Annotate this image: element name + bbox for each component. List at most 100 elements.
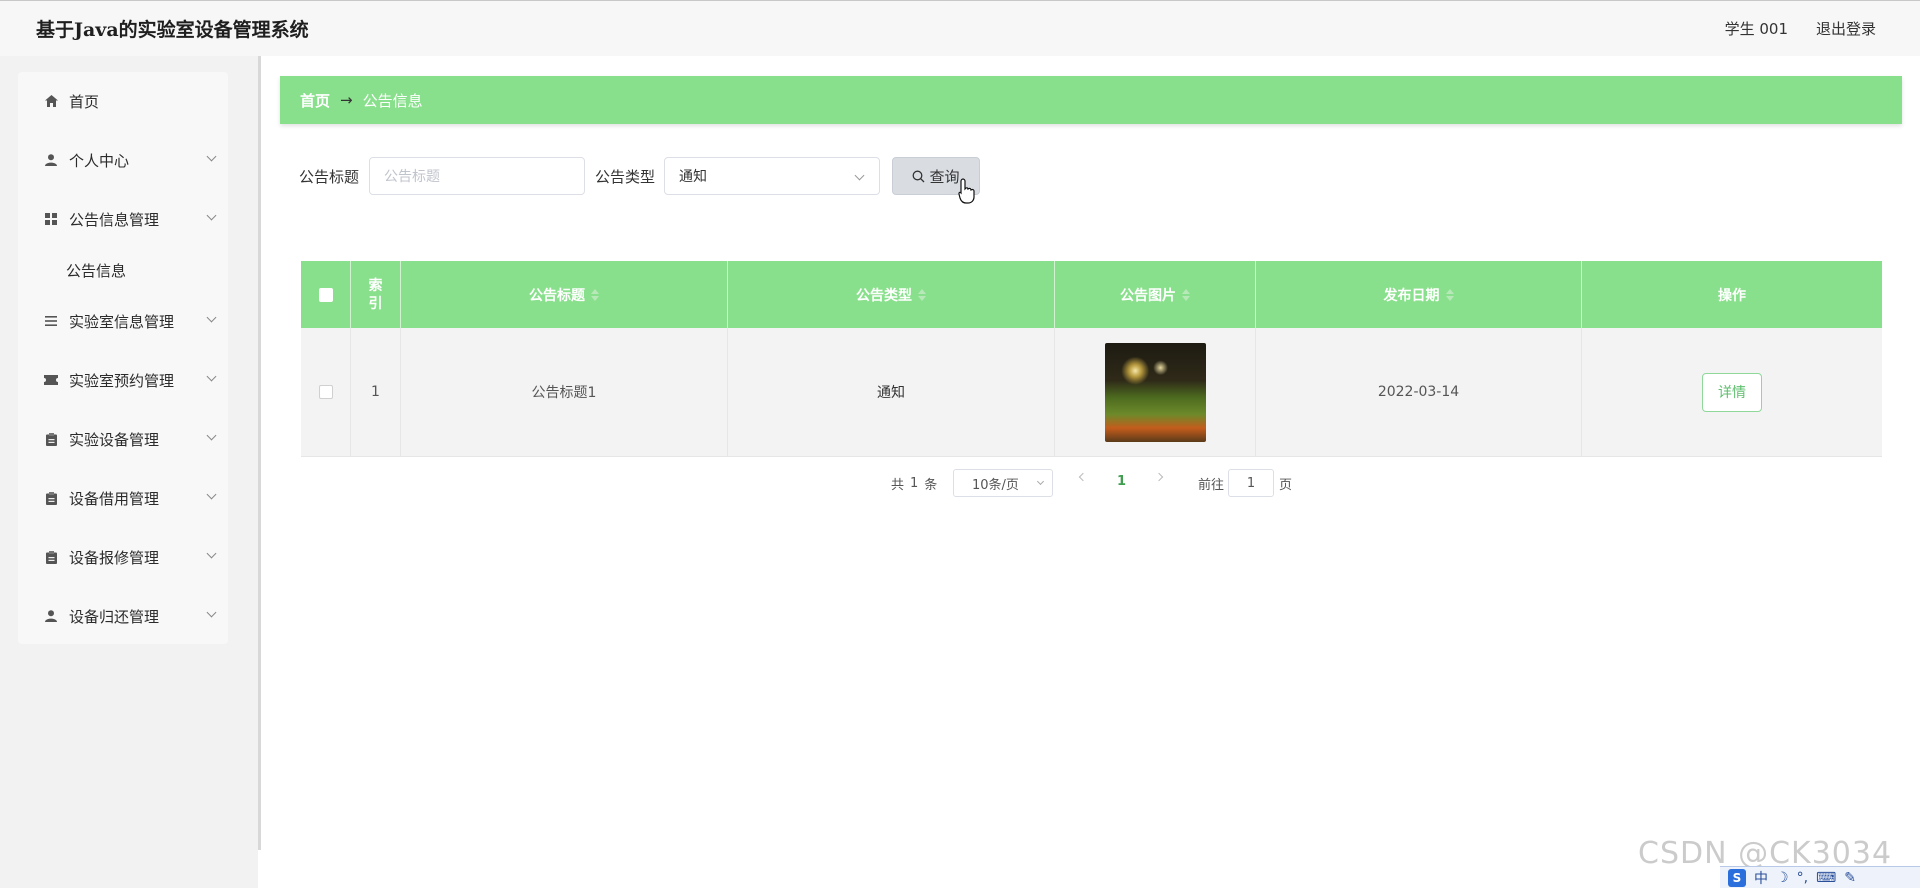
clipboard-icon	[44, 491, 58, 505]
chevron-down-icon	[1036, 477, 1045, 486]
pagination-total-suffix: 条	[924, 477, 938, 493]
sidebar-item-equipment[interactable]: 实验设备管理	[18, 419, 228, 459]
chevron-down-icon	[206, 430, 217, 441]
user-icon	[44, 609, 58, 623]
jump-prefix: 前往	[1198, 477, 1225, 493]
page-size-value: 10条/页	[972, 477, 1019, 493]
title-filter-label: 公告标题	[299, 168, 360, 186]
breadcrumb-separator: →	[340, 91, 353, 109]
ime-toolbar: S 中 ☽ °, ⌨ ✎	[1720, 866, 1920, 888]
prev-page-icon[interactable]	[1078, 472, 1088, 482]
pagination-total-count: 1	[910, 475, 919, 491]
row-checkbox[interactable]	[318, 385, 333, 399]
table-row: 1 公告标题1 通知 2022-03-14 详情	[301, 328, 1882, 457]
sidebar-item-return[interactable]: 设备归还管理	[18, 596, 228, 636]
app-title: 基于Java的实验室设备管理系统	[36, 19, 309, 41]
pagination-total-prefix: 共	[891, 477, 905, 493]
notice-thumbnail-image[interactable]	[1104, 342, 1206, 442]
table-header-row: 索引 公告标题 公告类型 公告图片 发布日期 操作	[301, 261, 1882, 328]
sidebar-item-notice-management[interactable]: 公告信息管理	[18, 199, 228, 239]
jump-suffix: 页	[1279, 477, 1293, 493]
settings-icon[interactable]: ✎	[1844, 870, 1856, 886]
clipboard-icon	[44, 550, 58, 564]
type-select-value: 通知	[679, 169, 707, 185]
sidebar-item-borrow[interactable]: 设备借用管理	[18, 478, 228, 518]
search-button-label: 查询	[929, 167, 960, 186]
sidebar-item-lab-reservation[interactable]: 实验室预约管理	[18, 360, 228, 400]
header-index-label: 索引	[368, 277, 383, 312]
row-action-cell: 详情	[1582, 328, 1882, 456]
sidebar-item-home[interactable]: 首页	[18, 81, 228, 121]
sidebar-item-label: 设备报修管理	[69, 548, 160, 567]
clipboard-icon	[44, 432, 58, 446]
sidebar-item-label: 实验室信息管理	[69, 312, 175, 331]
punctuation-icon[interactable]: °,	[1797, 870, 1808, 886]
select-all-cell	[301, 261, 351, 328]
moon-icon[interactable]: ☽	[1776, 870, 1789, 886]
chevron-down-icon	[206, 489, 217, 500]
pagination-total: 共 1 条	[891, 469, 937, 497]
sidebar-item-lab-info[interactable]: 实验室信息管理	[18, 301, 228, 341]
row-select-cell	[301, 328, 351, 456]
ime-logo-icon[interactable]: S	[1728, 868, 1746, 887]
sidebar-item-label: 首页	[69, 92, 100, 111]
header-date-label: 发布日期	[1383, 287, 1440, 304]
breadcrumb-home[interactable]: 首页	[300, 90, 330, 111]
jump-page-input[interactable]: 1	[1228, 469, 1274, 497]
notice-table: 索引 公告标题 公告类型 公告图片 发布日期 操作 1 公告标题1 通知 202…	[301, 261, 1882, 457]
list-icon	[44, 314, 58, 328]
next-page-icon[interactable]	[1154, 472, 1164, 482]
header-image-label: 公告图片	[1120, 287, 1176, 304]
chevron-down-icon	[206, 210, 217, 221]
detail-button[interactable]: 详情	[1702, 372, 1762, 412]
chevron-down-icon	[206, 607, 217, 618]
sort-icon[interactable]	[918, 288, 926, 301]
header-action-label: 操作	[1718, 287, 1746, 304]
grid-icon	[44, 212, 58, 226]
breadcrumb-current: 公告信息	[362, 91, 423, 110]
header-image[interactable]: 公告图片	[1055, 261, 1256, 328]
sidebar-item-label: 设备借用管理	[69, 489, 160, 508]
header-type-label: 公告类型	[856, 287, 912, 304]
home-icon	[44, 94, 58, 108]
select-all-checkbox[interactable]	[318, 287, 333, 302]
sort-icon[interactable]	[591, 288, 599, 301]
header-date[interactable]: 发布日期	[1256, 261, 1582, 328]
chevron-down-icon	[206, 548, 217, 559]
sidebar-item-label: 公告信息管理	[69, 210, 160, 229]
sort-icon[interactable]	[1445, 288, 1454, 301]
page-size-select[interactable]: 10条/页	[953, 469, 1053, 497]
row-image-cell	[1055, 328, 1256, 456]
chevron-down-icon	[206, 151, 217, 162]
sidebar-item-label: 实验室预约管理	[69, 371, 175, 390]
sidebar-item-label: 个人中心	[69, 151, 130, 170]
search-icon	[912, 170, 925, 183]
type-select[interactable]: 通知	[664, 157, 880, 195]
title-search-input[interactable]: 公告标题	[369, 157, 585, 195]
sidebar-item-label: 设备归还管理	[69, 607, 160, 626]
row-title: 公告标题1	[401, 328, 728, 456]
sort-icon[interactable]	[1182, 288, 1190, 301]
row-index: 1	[351, 328, 401, 456]
top-header: 基于Java的实验室设备管理系统 学生 001 退出登录	[0, 0, 1920, 56]
sidebar-menu: 首页 个人中心 公告信息管理 公告信息 实验室信息管理 实验室预约管理 实验设备…	[18, 72, 228, 644]
sidebar-item-profile[interactable]: 个人中心	[18, 140, 228, 180]
page-number-current[interactable]: 1	[1117, 474, 1126, 489]
user-icon	[44, 153, 58, 167]
sidebar-item-label: 实验设备管理	[69, 430, 160, 449]
header-action: 操作	[1582, 261, 1882, 328]
ticket-icon	[44, 373, 58, 387]
user-label: 学生 001	[1724, 20, 1788, 38]
header-title-label: 公告标题	[529, 287, 585, 304]
sidebar-subitem-notice-info[interactable]: 公告信息	[66, 260, 126, 281]
keyboard-icon[interactable]: ⌨	[1816, 870, 1836, 886]
row-date: 2022-03-14	[1256, 328, 1582, 456]
ime-mode-indicator[interactable]: 中	[1754, 868, 1768, 888]
sidebar-item-repair[interactable]: 设备报修管理	[18, 537, 228, 577]
header-title[interactable]: 公告标题	[401, 261, 728, 328]
type-filter-label: 公告类型	[595, 168, 656, 186]
logout-link[interactable]: 退出登录	[1816, 18, 1876, 39]
hand-cursor-icon	[958, 178, 976, 208]
header-type[interactable]: 公告类型	[728, 261, 1055, 328]
row-type: 通知	[728, 328, 1055, 456]
